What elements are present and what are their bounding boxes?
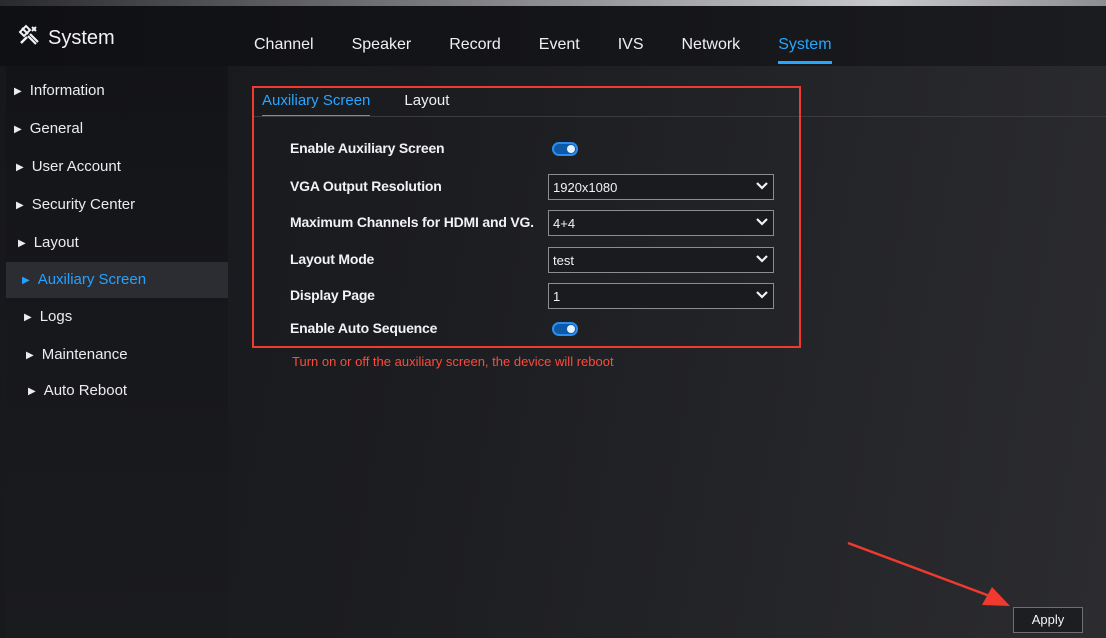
layout-mode-row: Layout Mode test (290, 247, 790, 275)
chevron-down-icon (756, 255, 768, 263)
enable-auto-sequence-toggle[interactable] (552, 322, 578, 336)
vga-output-resolution-select[interactable]: 1920x1080 (548, 174, 774, 200)
enable-auxiliary-screen-label: Enable Auxiliary Screen (290, 140, 445, 156)
tab-record[interactable]: Record (449, 36, 501, 62)
triangle-right-icon: ▶ (16, 200, 24, 211)
sidebar-item-label: General (29, 120, 84, 137)
enable-auto-sequence-label: Enable Auto Sequence (290, 320, 438, 336)
tab-channel[interactable]: Channel (254, 36, 314, 62)
triangle-right-icon: ▶ (28, 386, 36, 397)
main-tabs: Channel Speaker Record Event IVS Network… (254, 36, 870, 64)
select-value: 4+4 (553, 216, 576, 231)
chevron-down-icon (756, 291, 768, 299)
triangle-right-icon: ▶ (16, 162, 24, 173)
sidebar-item-label: Auto Reboot (43, 382, 128, 399)
layout-mode-label: Layout Mode (290, 251, 375, 267)
tab-ivs[interactable]: IVS (618, 36, 644, 62)
enable-auxiliary-screen-row: Enable Auxiliary Screen (290, 136, 790, 164)
sidebar-item-label: Logs (39, 308, 73, 325)
select-value: 1 (553, 289, 561, 304)
enable-auxiliary-screen-toggle[interactable] (552, 142, 578, 156)
sidebar-item-label: Information (29, 82, 105, 99)
triangle-right-icon: ▶ (14, 86, 22, 97)
triangle-right-icon: ▶ (24, 312, 32, 323)
apply-button[interactable]: Apply (1013, 607, 1083, 633)
tab-speaker[interactable]: Speaker (352, 36, 412, 62)
select-value: 1920x1080 (553, 180, 618, 195)
tab-event[interactable]: Event (539, 36, 580, 62)
sidebar-item-maintenance[interactable]: ▶ Maintenance (6, 338, 228, 372)
max-channels-select[interactable]: 4+4 (548, 210, 774, 236)
sidebar-item-logs[interactable]: ▶ Logs (6, 300, 228, 334)
sidebar-item-general[interactable]: ▶ General (6, 112, 228, 146)
select-value: test (553, 253, 574, 268)
sidebar-item-auxiliary-screen[interactable]: ▶ Auxiliary Screen (6, 262, 228, 298)
max-channels-row: Maximum Channels for HDMI and VG. 4+4 (290, 210, 790, 238)
tab-network[interactable]: Network (682, 36, 741, 62)
brand: System (18, 24, 115, 52)
sidebar-item-label: Auxiliary Screen (37, 271, 147, 288)
triangle-right-icon: ▶ (18, 238, 26, 249)
toggle-knob (567, 145, 575, 153)
enable-auto-sequence-row: Enable Auto Sequence (290, 316, 790, 344)
monitor-bezel (0, 0, 1106, 6)
sidebar-item-label: Layout (33, 234, 79, 251)
display-page-label: Display Page (290, 287, 375, 303)
display-page-row: Display Page 1 (290, 283, 790, 311)
sidebar-item-label: User Account (31, 158, 121, 175)
sidebar-item-label: Security Center (31, 196, 136, 213)
chevron-down-icon (756, 218, 768, 226)
vga-output-resolution-row: VGA Output Resolution 1920x1080 (290, 174, 790, 202)
monitor-screen: System Channel Speaker Record Event IVS … (0, 0, 1106, 638)
triangle-right-icon: ▶ (14, 124, 22, 135)
triangle-right-icon: ▶ (22, 275, 30, 286)
tools-icon (18, 24, 40, 52)
sidebar-item-information[interactable]: ▶ Information (6, 74, 228, 108)
sidebar-item-layout[interactable]: ▶ Layout (6, 226, 228, 260)
brand-title: System (48, 26, 115, 49)
reboot-warning: Turn on or off the auxiliary screen, the… (292, 354, 614, 369)
header-bar: System Channel Speaker Record Event IVS … (0, 0, 1106, 66)
vga-output-resolution-label: VGA Output Resolution (290, 178, 442, 194)
sidebar-item-auto-reboot[interactable]: ▶ Auto Reboot (6, 374, 228, 408)
sidebar: ▶ Information ▶ General ▶ User Account ▶ Sec… (6, 66, 228, 638)
display-page-select[interactable]: 1 (548, 283, 774, 309)
triangle-right-icon: ▶ (26, 350, 34, 361)
sidebar-item-label: Maintenance (41, 346, 128, 363)
layout-mode-select[interactable]: test (548, 247, 774, 273)
sidebar-item-security-center[interactable]: ▶ Security Center (6, 188, 228, 222)
sidebar-item-user-account[interactable]: ▶ User Account (6, 150, 228, 184)
chevron-down-icon (756, 182, 768, 190)
tab-system[interactable]: System (778, 36, 832, 64)
toggle-knob (567, 325, 575, 333)
max-channels-label: Maximum Channels for HDMI and VG. (290, 214, 534, 230)
